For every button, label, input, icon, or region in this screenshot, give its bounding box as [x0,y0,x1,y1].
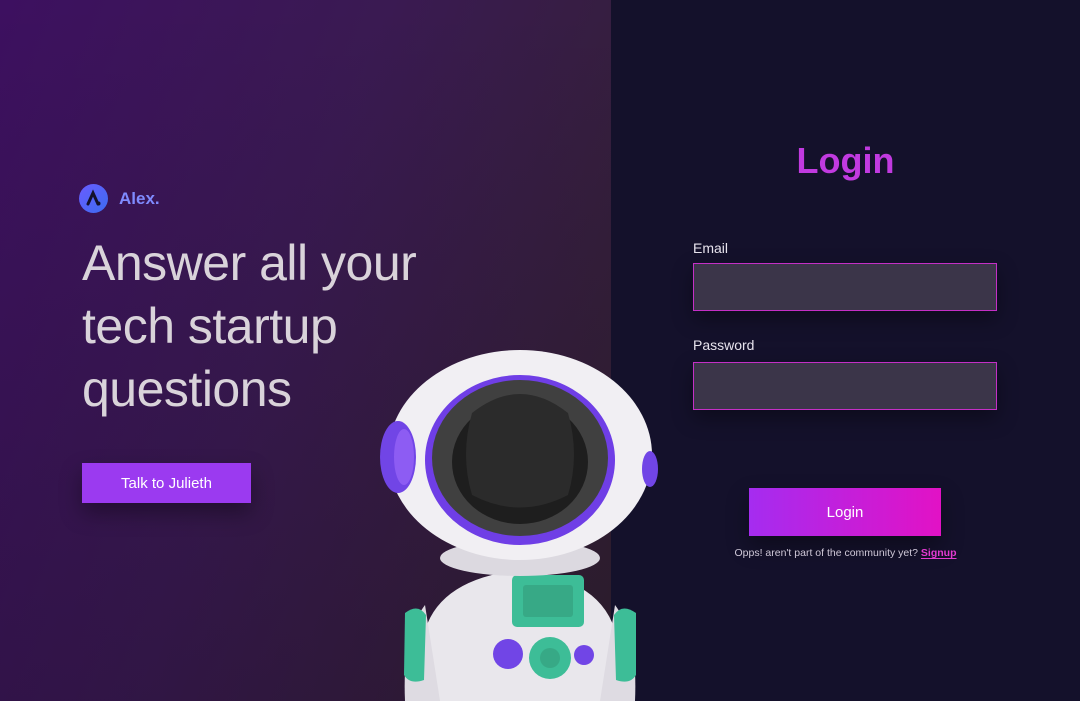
talk-to-julieth-button[interactable]: Talk to Julieth [82,463,251,503]
login-title: Login [796,140,895,181]
password-label: Password [693,337,755,353]
password-field[interactable] [693,362,997,410]
brand-name: Alex. [119,188,160,208]
email-field[interactable] [693,263,997,311]
signup-prompt-text: Opps! aren't part of the community yet? [734,547,918,559]
headline-line-2: tech startup [82,298,338,354]
email-label: Email [693,240,729,256]
signup-prompt: Opps! aren't part of the community yet? … [611,547,1080,559]
brand[interactable]: Alex. [79,184,160,213]
astronaut-illustration [380,350,658,701]
signup-link[interactable]: Signup [921,547,957,559]
login-button[interactable]: Login [749,488,941,536]
headline-line-3: questions [82,361,292,417]
alex-logo-icon [79,184,108,213]
login-panel [611,0,1080,701]
headline-line-1: Answer all your [82,235,417,291]
